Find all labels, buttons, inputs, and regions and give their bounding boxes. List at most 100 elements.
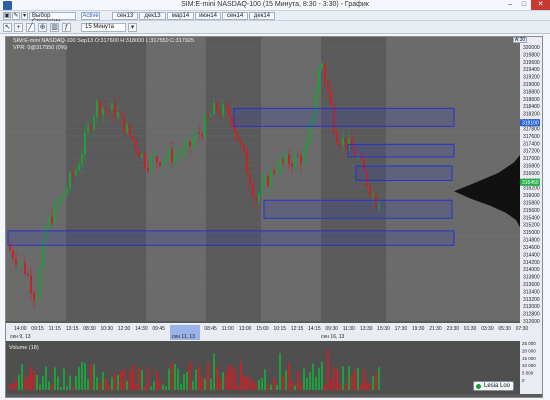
candle-body bbox=[282, 159, 284, 162]
volume-bar bbox=[336, 369, 338, 390]
candle-body bbox=[228, 107, 230, 117]
tab-contract-5[interactable]: сен14 bbox=[222, 12, 248, 20]
chart-type-icon[interactable]: ▥ bbox=[50, 23, 59, 32]
status-dot-icon bbox=[476, 384, 481, 389]
time-axis-label: 17:30 bbox=[395, 326, 408, 332]
volume-bar bbox=[219, 378, 221, 390]
candle-body bbox=[123, 114, 125, 133]
price-chart[interactable]: 320000 319800 319600 319400 319200 319000 3188… bbox=[5, 36, 543, 398]
tab-contract-6[interactable]: дек14 bbox=[249, 12, 275, 20]
volume-bar bbox=[69, 375, 71, 390]
date-axis-label: сен 9, 13 bbox=[10, 334, 31, 340]
candle-body bbox=[213, 102, 215, 116]
candle-body bbox=[336, 132, 338, 144]
volume-axis-label: 25 000 bbox=[522, 341, 536, 346]
cursor-icon[interactable]: ↖ bbox=[3, 23, 12, 32]
volume-bar bbox=[90, 363, 92, 390]
volume-bar bbox=[87, 379, 89, 390]
volume-axis-label: 10 000 bbox=[522, 363, 536, 368]
volume-bar bbox=[30, 366, 32, 390]
candle-body bbox=[63, 193, 65, 196]
close-button[interactable]: ✕ bbox=[531, 0, 550, 10]
volume-bar bbox=[294, 385, 296, 390]
candle-body bbox=[18, 263, 20, 266]
candle-body bbox=[255, 196, 257, 202]
chart-mode-icon[interactable]: ▣ bbox=[3, 12, 11, 20]
candle-body bbox=[231, 116, 233, 127]
candle-body bbox=[72, 172, 74, 176]
window-title: SIM:E-mini NASDAQ-100 (15 Минута, 8:30 -… bbox=[181, 1, 369, 8]
candle-body bbox=[60, 195, 62, 203]
volume-bar bbox=[240, 361, 242, 390]
chart-canvas[interactable]: 320000319800 319600319400 3192003190003188… bbox=[6, 37, 542, 397]
volume-bar bbox=[258, 379, 260, 390]
minimize-button[interactable]: – bbox=[503, 0, 517, 10]
volume-bar bbox=[114, 373, 116, 390]
chart-panel-button[interactable]: A:30 bbox=[513, 37, 527, 43]
candle-body bbox=[153, 156, 155, 158]
candle-body bbox=[276, 171, 278, 174]
price-axis-label: 317800 bbox=[523, 126, 540, 132]
candle-body bbox=[219, 110, 221, 116]
volume-bar bbox=[21, 363, 23, 390]
candle-body bbox=[192, 140, 194, 147]
candle-body bbox=[99, 100, 101, 116]
zoom-icon[interactable]: ⊕ bbox=[38, 23, 47, 32]
candle-body bbox=[30, 275, 32, 294]
price-axis-label: 313400 bbox=[523, 289, 540, 295]
price-axis-label: 319600 bbox=[523, 60, 540, 66]
chart-toolbar: ↖ + ╱ ⊕ ▥ ƒ 15 Минута ▾ bbox=[0, 21, 550, 34]
volume-bar bbox=[243, 374, 245, 390]
price-axis-label: 317600 bbox=[523, 134, 540, 140]
interval-dropdown-icon[interactable]: ▾ bbox=[128, 23, 137, 32]
volume-bar bbox=[105, 378, 107, 390]
tab-active[interactable]: Active bbox=[81, 12, 100, 20]
volume-bar bbox=[312, 363, 314, 390]
candle-body bbox=[9, 245, 11, 251]
price-axis-label: 312800 bbox=[523, 312, 540, 318]
highlight-price-label: 318100 bbox=[522, 121, 539, 127]
strategy-select[interactable]: Выбор Стратегии bbox=[29, 12, 76, 25]
volume-bar bbox=[288, 363, 290, 390]
volume-bar bbox=[234, 369, 236, 390]
volume-bar bbox=[216, 367, 218, 390]
volume-bar bbox=[198, 366, 200, 390]
volume-bar bbox=[339, 384, 341, 390]
volume-bar bbox=[99, 382, 101, 390]
supply-demand-zone bbox=[233, 107, 455, 127]
tab-contract-1[interactable]: сен13 bbox=[112, 12, 138, 20]
volume-bar bbox=[189, 361, 191, 390]
tab-contract-4[interactable]: июн14 bbox=[195, 12, 221, 20]
volume-bar bbox=[279, 353, 281, 390]
interval-select[interactable]: 15 Минута bbox=[81, 23, 126, 32]
tab-contract-3[interactable]: мар14 bbox=[167, 12, 194, 20]
price-axis-label: 316600 bbox=[523, 171, 540, 177]
candle-body bbox=[216, 102, 218, 111]
candle-body bbox=[147, 167, 149, 171]
crosshair-icon[interactable]: + bbox=[14, 23, 23, 32]
price-axis-label: 315000 bbox=[523, 230, 540, 236]
volume-bar bbox=[276, 384, 278, 390]
volume-bar bbox=[75, 375, 77, 390]
candle-body bbox=[66, 188, 68, 194]
volume-bar bbox=[249, 377, 251, 390]
more-icon[interactable]: ▾ bbox=[21, 12, 28, 20]
volume-bar bbox=[201, 376, 203, 390]
time-axis-label: 11:00 bbox=[222, 326, 234, 332]
tab-contract-2[interactable]: дек13 bbox=[139, 12, 166, 20]
candle-body bbox=[291, 164, 293, 167]
volume-bar bbox=[72, 386, 74, 390]
candle-body bbox=[321, 63, 323, 69]
volume-bar bbox=[297, 370, 299, 390]
volume-bar bbox=[369, 383, 371, 390]
candle-body bbox=[198, 132, 200, 134]
volume-axis-label: 20 000 bbox=[522, 348, 536, 353]
session-band-1 bbox=[146, 37, 206, 321]
candle-body bbox=[318, 68, 320, 94]
line-icon[interactable]: ╱ bbox=[26, 23, 35, 32]
indicator-icon[interactable]: ƒ bbox=[62, 23, 71, 32]
status-badge[interactable]: Lesia Loo bbox=[473, 381, 514, 391]
drawing-tools-icon[interactable]: ✎ bbox=[12, 12, 20, 20]
volume-bar bbox=[18, 375, 20, 390]
maximize-button[interactable]: □ bbox=[517, 0, 531, 10]
